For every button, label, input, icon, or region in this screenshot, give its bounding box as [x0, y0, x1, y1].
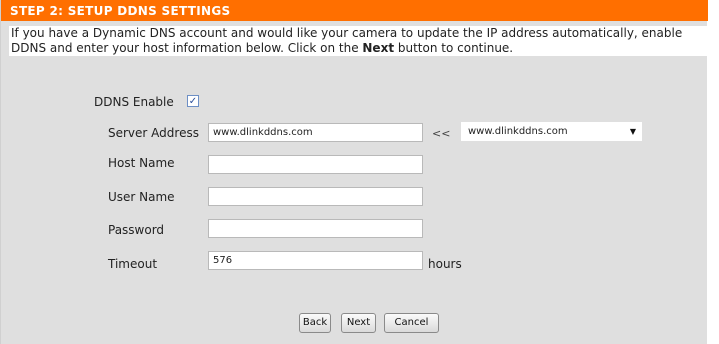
host-name-label: Host Name	[108, 156, 175, 170]
section-title: STEP 2: SETUP DDNS SETTINGS	[10, 4, 231, 18]
timeout-input[interactable]: 576	[208, 251, 423, 270]
user-name-label: User Name	[108, 190, 175, 204]
next-button[interactable]: Next	[341, 313, 376, 333]
ddns-enable-label: DDNS Enable	[94, 95, 174, 109]
setup-panel: STEP 2: SETUP DDNS SETTINGS If you have …	[0, 0, 708, 344]
section-header: STEP 2: SETUP DDNS SETTINGS	[1, 0, 708, 21]
ddns-enable-checkbox[interactable]: ✓	[187, 95, 199, 107]
password-input[interactable]	[208, 219, 423, 238]
cancel-button[interactable]: Cancel	[384, 313, 439, 333]
copy-server-arrows: <<	[432, 127, 451, 140]
instructions-bold-next: Next	[362, 41, 395, 55]
instructions-text: If you have a Dynamic DNS account and wo…	[9, 26, 708, 56]
timeout-label: Timeout	[108, 257, 158, 271]
password-label: Password	[108, 223, 165, 237]
server-address-label: Server Address	[108, 126, 199, 140]
host-name-input[interactable]	[208, 155, 423, 174]
user-name-input[interactable]	[208, 187, 423, 206]
dropdown-arrow-icon: ▼	[629, 127, 636, 136]
server-address-input[interactable]: www.dlinkddns.com	[208, 123, 423, 142]
timeout-unit-label: hours	[428, 257, 462, 271]
server-address-select-value: www.dlinkddns.com	[468, 126, 568, 137]
instructions-part-1: If you have a Dynamic DNS account and wo…	[11, 26, 683, 55]
server-address-select[interactable]: www.dlinkddns.com ▼	[461, 122, 642, 141]
instructions-part-2: button to continue.	[394, 41, 514, 55]
back-button[interactable]: Back	[299, 313, 331, 333]
